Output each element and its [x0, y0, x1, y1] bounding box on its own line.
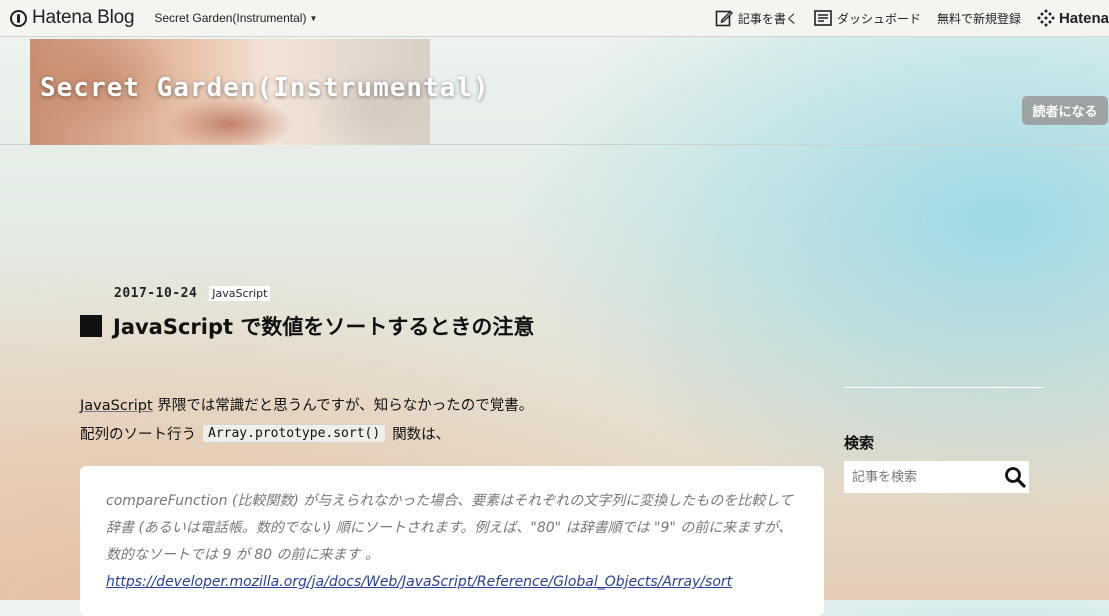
hatena-menu-button[interactable]: Hatena: [1037, 9, 1109, 27]
register-label: 無料で新規登録: [936, 11, 1021, 26]
blockquote: compareFunction (比較関数) が与えられなかった場合、要素はそれ…: [80, 466, 824, 616]
blog-switcher-dropdown[interactable]: Secret Garden(Instrumental) ▼: [154, 11, 317, 25]
write-entry-label: 記事を書く: [737, 11, 798, 26]
title-square-icon: [80, 315, 102, 337]
dashboard-icon: [814, 10, 832, 26]
search-icon: [1005, 467, 1026, 488]
search-input[interactable]: [850, 468, 1004, 486]
blog-header: Secret Garden(Instrumental) 読者になる: [0, 38, 1109, 145]
write-entry-link[interactable]: 記事を書く: [715, 9, 798, 27]
dashboard-label: ダッシュボード: [836, 11, 921, 26]
hatena-brand-label: Hatena: [1058, 9, 1109, 27]
body-paragraph-2-text-after: 関数は、: [392, 427, 451, 443]
body-paragraph-1-text: 界隈では常識だと思うんですが、知らなかったので覚書。: [152, 398, 534, 414]
body-paragraph-2-text-before: 配列のソート行う: [80, 427, 196, 443]
global-header-actions: 記事を書く ダッシュボード 無料で新規登録 Hatena: [715, 0, 1109, 36]
subscribe-button[interactable]: 読者になる: [1022, 96, 1108, 125]
caret-down-icon: ▼: [309, 13, 318, 23]
blog-switcher-label: Secret Garden(Instrumental): [154, 11, 307, 25]
hatena-blog-logo-icon: [10, 9, 27, 27]
blog-title[interactable]: Secret Garden(Instrumental): [40, 73, 490, 103]
search-form: [844, 461, 1029, 493]
entry-meta: 2017-10-24 JavaScript: [114, 286, 271, 301]
hatena-dots-icon: [1037, 9, 1055, 27]
entry-date[interactable]: 2017-10-24: [114, 286, 197, 301]
search-module-heading: 検索: [844, 434, 875, 452]
quote-source-link[interactable]: https://developer.mozilla.org/ja/docs/We…: [106, 569, 798, 596]
body-paragraph-2: 配列のソート行う Array.prototype.sort() 関数は、: [80, 423, 450, 444]
entry-title-link[interactable]: JavaScript で数値をソートするときの注意: [113, 311, 534, 341]
category-tag[interactable]: JavaScript: [209, 286, 271, 301]
register-link[interactable]: 無料で新規登録: [937, 10, 1021, 27]
entry-title: JavaScript で数値をソートするときの注意: [80, 311, 534, 341]
hatena-global-header: Hatena Blog Secret Garden(Instrumental) …: [0, 0, 1109, 37]
hatena-blog-logo[interactable]: Hatena Blog: [10, 7, 135, 29]
body-paragraph-1: JavaScript 界隈では常識だと思うんですが、知らなかったので覚書。: [80, 394, 533, 415]
edit-icon: [715, 9, 733, 27]
quote-text: compareFunction (比較関数) が与えられなかった場合、要素はそれ…: [106, 493, 793, 563]
dashboard-link[interactable]: ダッシュボード: [814, 10, 921, 27]
inline-code: Array.prototype.sort(): [202, 424, 387, 443]
javascript-keyword-link[interactable]: JavaScript: [80, 398, 153, 414]
sidebar-divider: [844, 387, 1044, 388]
hatena-blog-logo-text: Hatena Blog: [32, 7, 135, 28]
search-button[interactable]: [1004, 466, 1026, 488]
